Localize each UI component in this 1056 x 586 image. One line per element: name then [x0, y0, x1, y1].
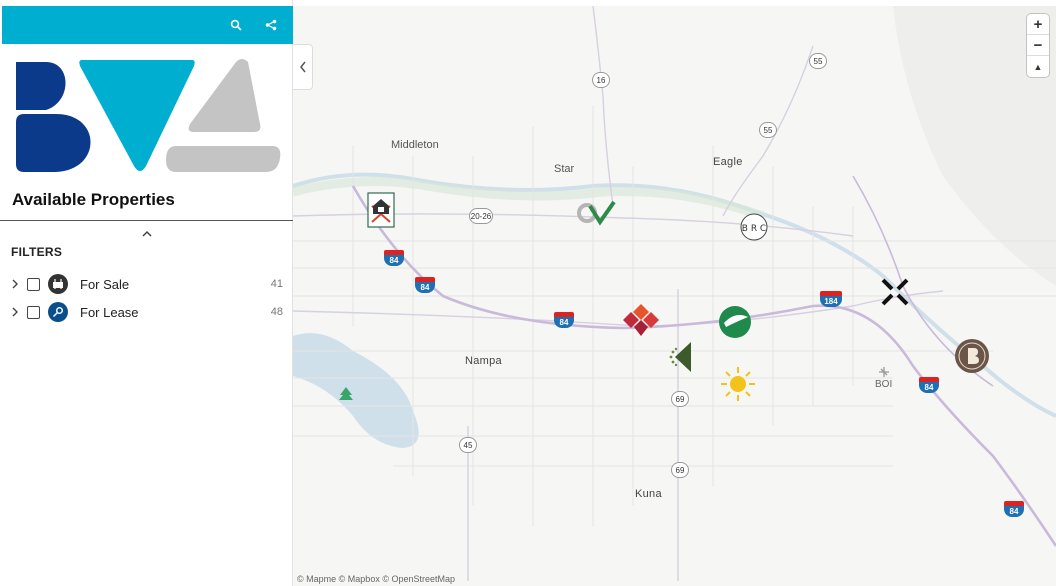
- for-lease-checkbox[interactable]: [27, 305, 40, 319]
- interstate-84-shield: 84: [1004, 501, 1024, 517]
- for-sale-count: 41: [270, 278, 283, 290]
- route-16-shield: 16: [592, 72, 610, 88]
- property-marker-fan[interactable]: [667, 340, 693, 379]
- map-attribution: © Mapme © Mapbox © OpenStreetMap: [297, 574, 455, 584]
- interstate-84-shield: 84: [384, 250, 404, 266]
- share-icon: [265, 19, 277, 31]
- interstate-84-shield: 84: [919, 377, 939, 393]
- map-canvas[interactable]: Middleton Star Eagle Nampa Kuna BOI 16 5…: [293, 6, 1056, 586]
- page-title: Available Properties: [12, 190, 175, 209]
- reset-north-button[interactable]: ▲: [1027, 56, 1049, 77]
- chevron-up-icon: [142, 230, 152, 237]
- property-marker-qv[interactable]: [576, 200, 616, 231]
- collapse-filters-button[interactable]: [138, 227, 156, 241]
- app-root: Available Properties FILTERS For Sale 41: [0, 0, 1056, 586]
- expand-for-sale-button[interactable]: [8, 277, 22, 291]
- interstate-184-shield: 184: [820, 291, 842, 307]
- property-marker-flower[interactable]: [621, 302, 661, 345]
- attribution-mapme-link[interactable]: © Mapme: [297, 574, 336, 584]
- sidebar: Available Properties FILTERS For Sale 41: [0, 0, 293, 586]
- for-sale-label: For Sale: [80, 276, 130, 292]
- for-lease-count: 48: [270, 306, 283, 318]
- bva-logo: [16, 59, 281, 172]
- property-marker-lodge[interactable]: [367, 192, 395, 233]
- route-55-shield: 55: [759, 122, 777, 138]
- property-marker-x[interactable]: [879, 276, 911, 313]
- green-fan-icon: [669, 342, 691, 372]
- route-45-shield: 45: [459, 437, 477, 453]
- chevron-right-icon: [12, 279, 18, 289]
- brc-logo-icon: B R C: [740, 213, 768, 241]
- property-marker-leaf[interactable]: [718, 305, 752, 344]
- map-basemap: [293, 6, 1056, 581]
- chevron-left-icon: [299, 61, 306, 73]
- for-lease-key-icon: [48, 302, 68, 322]
- brc-logo-text: B R C: [742, 224, 766, 234]
- route-55-shield: 55: [809, 53, 827, 69]
- filters-heading: FILTERS: [11, 245, 63, 259]
- b-badge-icon: [955, 339, 989, 373]
- sun-icon: [721, 367, 755, 401]
- sidebar-header: [2, 6, 293, 44]
- collapse-sidebar-button[interactable]: [293, 44, 313, 90]
- zoom-in-button[interactable]: +: [1027, 14, 1049, 35]
- share-button[interactable]: [260, 14, 282, 36]
- zoom-out-button[interactable]: −: [1027, 35, 1049, 56]
- label-star: Star: [554, 163, 575, 175]
- for-sale-sign-icon: [48, 274, 68, 294]
- chevron-right-icon: [12, 307, 18, 317]
- label-eagle: Eagle: [713, 156, 743, 168]
- title-divider: [0, 220, 293, 221]
- attribution-mapbox-link[interactable]: © Mapbox: [339, 574, 380, 584]
- house-sign-icon: [367, 192, 395, 228]
- filter-for-lease[interactable]: For Lease 48: [8, 300, 283, 324]
- airport-icon: [878, 365, 890, 383]
- search-icon: [230, 19, 242, 31]
- for-sale-checkbox[interactable]: [27, 277, 40, 291]
- x-cross-icon: [881, 278, 909, 306]
- label-middleton: Middleton: [391, 139, 439, 151]
- interstate-84-shield: 84: [554, 312, 574, 328]
- property-marker-b[interactable]: [954, 338, 990, 379]
- attribution-osm-link[interactable]: © OpenStreetMap: [382, 574, 455, 584]
- expand-for-lease-button[interactable]: [8, 305, 22, 319]
- search-button[interactable]: [225, 14, 247, 36]
- route-69-shield: 69: [671, 391, 689, 407]
- zoom-controls: + − ▲: [1027, 14, 1049, 77]
- property-marker-sun[interactable]: [719, 365, 757, 408]
- park-tree-icon: [338, 386, 354, 409]
- qv-logo-icon: [577, 200, 616, 226]
- route-20-26-shield: 20-26: [469, 208, 493, 224]
- for-lease-label: For Lease: [80, 304, 139, 320]
- red-flower-icon: [623, 304, 659, 336]
- filter-for-sale[interactable]: For Sale 41: [8, 272, 283, 296]
- interstate-84-shield: 84: [415, 277, 435, 293]
- label-nampa: Nampa: [465, 355, 502, 367]
- route-69-shield: 69: [671, 462, 689, 478]
- property-marker-brc[interactable]: B R C: [737, 212, 771, 247]
- green-leaf-icon: [719, 306, 751, 338]
- label-kuna: Kuna: [635, 488, 662, 500]
